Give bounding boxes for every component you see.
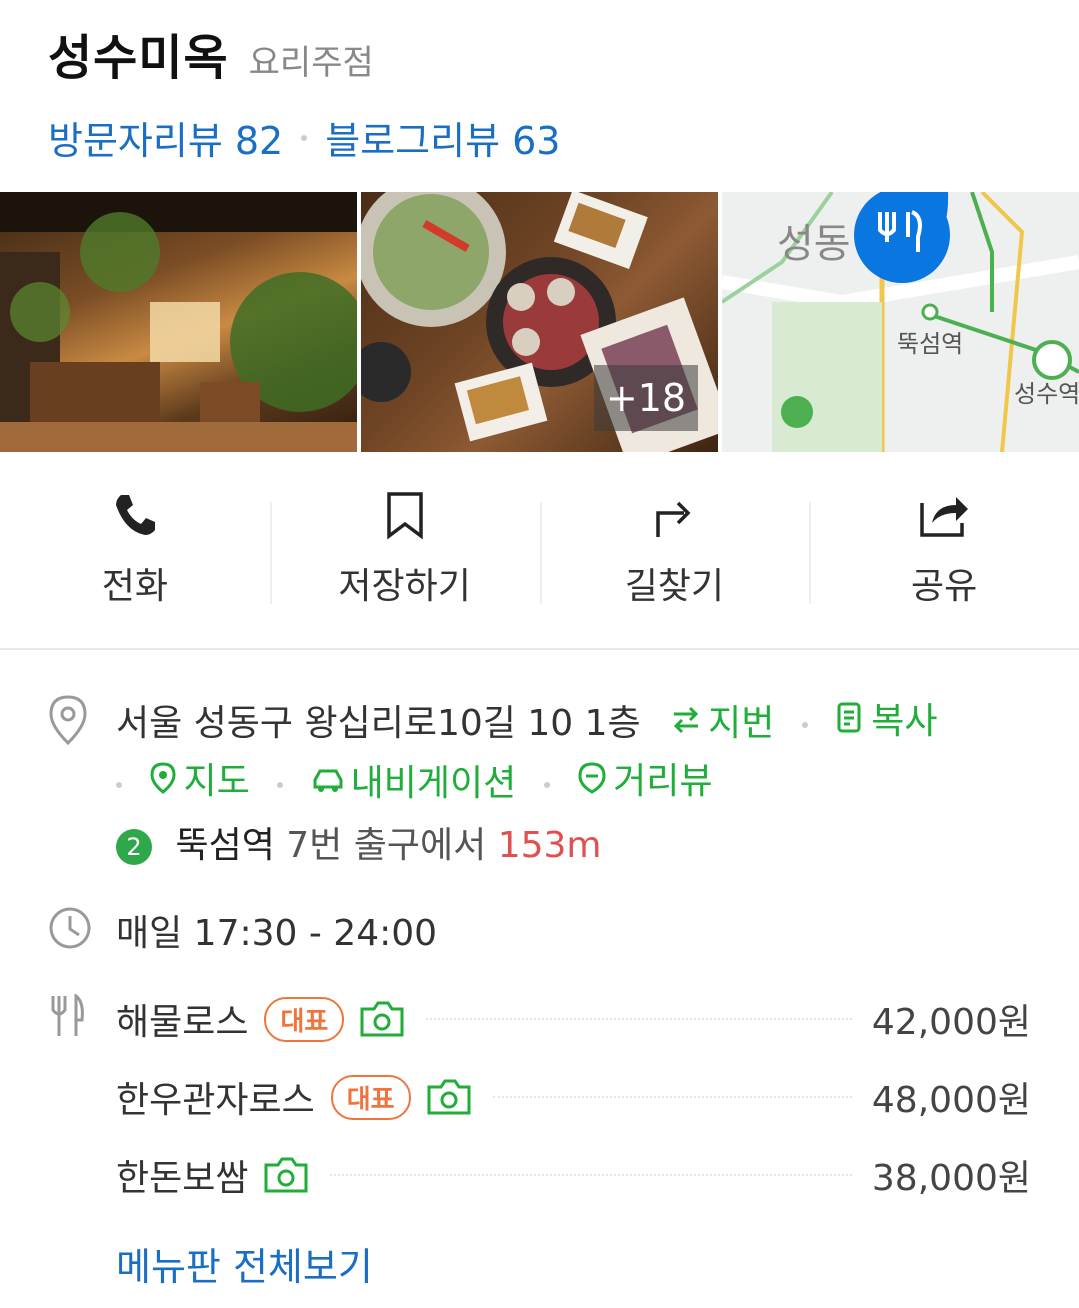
copy-icon (837, 702, 861, 733)
call-label: 전화 (101, 566, 168, 607)
menu-item[interactable]: 한우관자로스 대표 48,000원 (116, 1072, 1031, 1122)
subway-line-badge: 2 (116, 829, 152, 865)
lot-number-toggle[interactable]: 지번 (670, 694, 774, 746)
address-row: 서울 성동구 왕십리로10길 10 1층 지번 복사 (48, 692, 1031, 752)
directions-label: 길찾기 (624, 566, 725, 607)
menu-item-price: 42,000원 (871, 1002, 1031, 1043)
copy-address-button[interactable]: 복사 (835, 692, 937, 744)
swap-icon (673, 706, 699, 734)
copy-label: 복사 (871, 701, 938, 742)
photo-interior[interactable] (0, 192, 357, 452)
subway-row: 2 뚝섬역 7번 출구에서 153m (48, 816, 1031, 872)
subway-station: 뚝섬역 (175, 825, 275, 866)
street-view-label: 거리뷰 (613, 761, 713, 802)
menu-item[interactable]: 해물로스 대표 42,000원 (116, 994, 1031, 1044)
save-label: 저장하기 (338, 566, 471, 607)
subway-distance: 153m (497, 825, 602, 866)
visitor-reviews-link[interactable]: 방문자리뷰 82 (48, 110, 283, 165)
separator-dot (801, 722, 808, 728)
signature-tag: 대표 (330, 1074, 411, 1120)
separator-dot (277, 782, 284, 788)
section-divider (0, 648, 1079, 650)
street-view-link[interactable]: 거리뷰 (577, 752, 713, 804)
hours-row: 매일 17:30 - 24:00 (48, 904, 1031, 960)
signature-tag: 대표 (264, 996, 345, 1042)
blog-reviews-link[interactable]: 블로그리뷰 63 (325, 110, 560, 165)
car-icon (313, 769, 343, 792)
business-hours[interactable]: 매일 17:30 - 24:00 (116, 904, 437, 956)
menu-item-name: 한돈보쌈 (116, 1158, 249, 1199)
dotted-leader (426, 1018, 852, 1020)
save-button[interactable]: 저장하기 (269, 470, 540, 630)
address-text: 서울 성동구 왕십리로10길 10 1층 (116, 703, 641, 744)
map-label-seongsu: 성수역 (1014, 380, 1079, 408)
menu-utensils-icon (51, 994, 84, 1036)
camera-icon[interactable] (425, 1077, 473, 1117)
menu-item-name: 한우관자로스 (116, 1080, 315, 1121)
action-bar: 전화 저장하기 길찾기 공유 (0, 470, 1079, 630)
separator-dot (301, 134, 308, 141)
share-icon (920, 497, 969, 537)
separator-dot (116, 782, 122, 788)
map-label-seongdong: 성동 (777, 221, 851, 267)
call-button[interactable]: 전화 (0, 470, 270, 630)
dotted-leader (330, 1174, 852, 1176)
interior-photo-art (0, 192, 357, 452)
location-pin-icon (49, 695, 87, 746)
map-art: 성동 뚝섬역 성수역 (722, 192, 1079, 452)
share-button[interactable]: 공유 (809, 470, 1079, 630)
separator-dot (543, 782, 550, 788)
phone-icon (115, 495, 155, 535)
menu-item-price: 48,000원 (871, 1080, 1031, 1121)
photo-strip: +18 성동 뚝섬역 성수역 (0, 192, 1079, 452)
map-label-station: 뚝섬역 (897, 330, 963, 358)
map-link-label: 지도 (183, 761, 250, 802)
view-full-menu-link[interactable]: 메뉴판 전체보기 (116, 1236, 373, 1291)
more-photos-badge[interactable]: +18 (594, 365, 698, 431)
address-links-row: 지도 내비게이션 거리뷰 (48, 752, 1031, 812)
place-category: 요리주점 (248, 43, 374, 83)
menu-item-name: 해물로스 (116, 1002, 249, 1043)
photo-food[interactable]: +18 (361, 192, 718, 452)
menu-item[interactable]: 한돈보쌈 38,000원 (116, 1150, 1031, 1200)
street-view-icon (578, 762, 606, 794)
navigation-link[interactable]: 내비게이션 (311, 754, 517, 806)
directions-button[interactable]: 길찾기 (539, 470, 810, 630)
place-name: 성수미옥 (48, 30, 229, 86)
dotted-leader (492, 1096, 852, 1098)
clock-icon (49, 907, 91, 949)
lot-number-label: 지번 (708, 703, 775, 744)
camera-icon[interactable] (358, 999, 406, 1039)
share-label: 공유 (911, 566, 978, 607)
location-map-thumbnail[interactable]: 성동 뚝섬역 성수역 (722, 192, 1079, 452)
subway-exit: 7번 출구에서 (286, 825, 487, 866)
directions-icon (656, 501, 691, 537)
place-header: 성수미옥 요리주점 방문자리뷰 82 블로그리뷰 63 (48, 18, 560, 165)
map-link[interactable]: 지도 (149, 752, 250, 804)
navigation-label: 내비게이션 (350, 763, 517, 804)
map-pin-icon (150, 762, 176, 794)
menu-item-price: 38,000원 (871, 1158, 1031, 1199)
camera-icon[interactable] (262, 1155, 310, 1195)
bookmark-icon (386, 492, 423, 539)
